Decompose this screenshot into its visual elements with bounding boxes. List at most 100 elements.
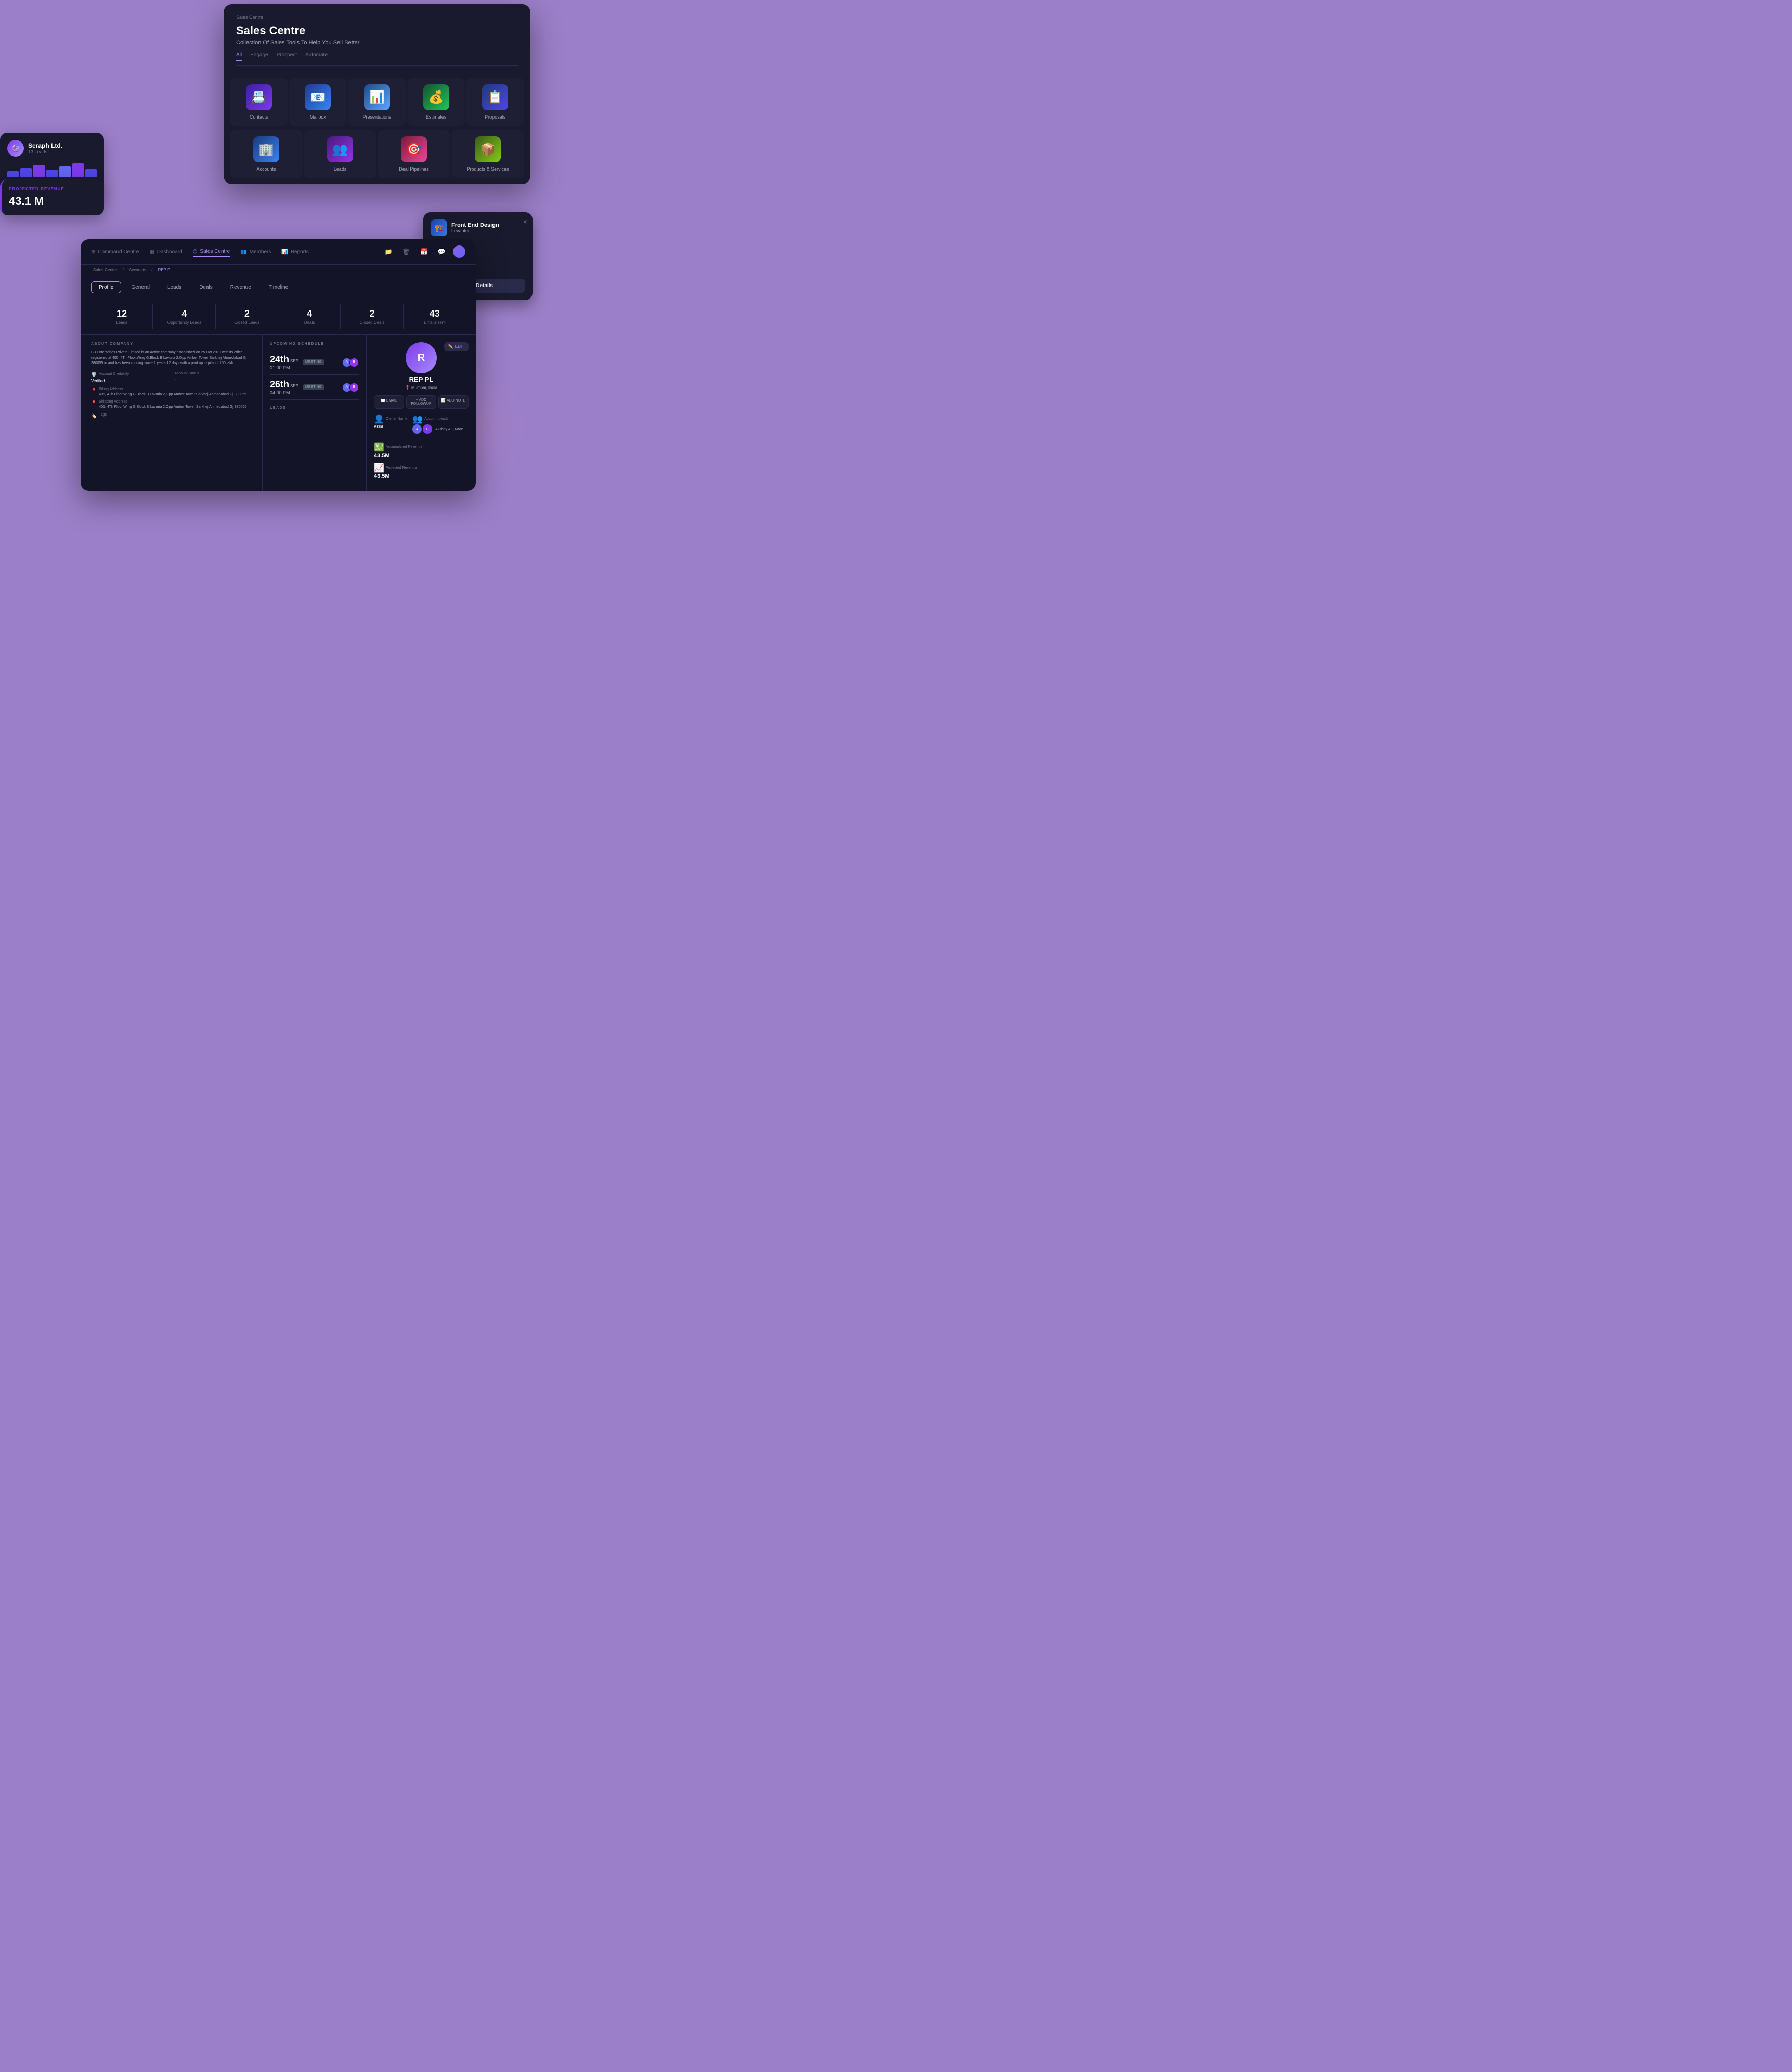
nav-members[interactable]: 👥 Members xyxy=(240,247,271,257)
nav-command-centre-label: Command Centre xyxy=(98,249,139,255)
user-avatar[interactable] xyxy=(453,245,465,258)
billing-address-row: 📍 Billing Address 405, 4Th Floor,Wing G,… xyxy=(91,387,252,397)
breadcrumb-sales-centre[interactable]: Sales Centre xyxy=(93,268,117,273)
nav-dashboard[interactable]: ▦ Dashboard xyxy=(149,247,182,257)
sc-item-accounts[interactable]: 🏢 Accounts xyxy=(230,130,303,178)
nav-icons: 📁 🗑 📅 💬 xyxy=(382,245,465,258)
projected-revenue-icon: 📈 xyxy=(374,463,384,473)
stat-closed-leads-label: Closed Leads xyxy=(218,320,276,325)
nav-sales-centre[interactable]: ◎ Sales Centre xyxy=(193,247,230,257)
schedule-time-26: 04:00 PM xyxy=(270,390,298,395)
schedule-badge-26: MEETING xyxy=(303,384,324,390)
about-company-label: ABOUT COMPANY xyxy=(91,342,252,346)
tab-leads[interactable]: Leads xyxy=(160,281,189,293)
schedule-avatar-anjali: B xyxy=(349,358,359,367)
sc-item-contacts-label: Contacts xyxy=(250,114,268,120)
account-leads-avatars: A B Akshay & 3 More xyxy=(412,424,463,434)
schedule-suffix-24: SEP xyxy=(290,359,298,364)
sc-item-products-services[interactable]: 📦 Products & Services xyxy=(451,130,524,178)
accumulated-revenue-label: Accumulated Revenue xyxy=(386,445,422,449)
main-nav: ⊞ Command Centre ▦ Dashboard ◎ Sales Cen… xyxy=(81,239,476,265)
leads-more-text: Akshay & 3 More xyxy=(435,428,463,431)
seraph-leads: 13 Leads xyxy=(28,149,62,154)
sc-tab-prospect[interactable]: Prospect xyxy=(277,52,297,61)
tags-icon: 🏷️ xyxy=(91,413,97,419)
shipping-address-row: 📍 Shipping Address 405, 4Th Floor,Wing G… xyxy=(91,400,252,410)
trash-icon[interactable]: 🗑 xyxy=(400,245,412,258)
lead-avatar-2: B xyxy=(423,424,432,434)
fed-company: Levanter xyxy=(451,228,499,234)
shipping-label: Shipping Address xyxy=(99,400,246,404)
breadcrumb-accounts[interactable]: Accounts xyxy=(129,268,146,273)
stat-deals-label: Deals xyxy=(281,320,338,325)
nav-sales-centre-label: Sales Centre xyxy=(200,249,230,254)
folder-icon[interactable]: 📁 xyxy=(382,245,395,258)
followup-button[interactable]: + ADD FOLLOWUP xyxy=(406,395,436,409)
nav-command-centre[interactable]: ⊞ Command Centre xyxy=(91,247,139,257)
followup-icon: + xyxy=(416,398,418,402)
presentations-icon: 📊 xyxy=(364,84,390,110)
sc-item-contacts[interactable]: 📇 Contacts xyxy=(230,78,288,126)
dashboard-icon: ▦ xyxy=(149,249,154,255)
note-icon: 📝 xyxy=(441,399,446,403)
tags-label: Tags xyxy=(99,413,107,417)
account-credibility-col: 🛡️ Account Credibility Verified xyxy=(91,372,168,383)
nav-members-label: Members xyxy=(250,249,271,255)
chart-bar-6 xyxy=(72,163,84,177)
tab-profile[interactable]: Profile xyxy=(91,281,121,293)
estimates-icon: 💰 xyxy=(423,84,449,110)
stat-leads-num: 12 xyxy=(93,308,150,319)
fed-close-icon[interactable]: × xyxy=(523,217,527,226)
tab-revenue[interactable]: Revenue xyxy=(223,281,259,293)
sc-item-leads-label: Leads xyxy=(334,166,347,172)
stat-opp-label: Opportunity Leads xyxy=(155,320,213,325)
edit-icon: ✏️ xyxy=(448,344,453,349)
main-dashboard-card: ⊞ Command Centre ▦ Dashboard ◎ Sales Cen… xyxy=(81,239,476,491)
sc-item-presentations-label: Presentations xyxy=(362,114,391,120)
chart-bar-5 xyxy=(59,166,71,177)
sc-title: Sales Centre xyxy=(236,24,518,37)
sc-subtitle: Collection Of Sales Tools To Help You Se… xyxy=(236,40,518,46)
stats-row: 12 Leads 4 Opportunity Leads 2 Closed Le… xyxy=(81,299,476,335)
email-button[interactable]: ✉️ EMAIL xyxy=(374,395,404,409)
sc-item-deal-pipelines[interactable]: 🎯 Deal Pipelines xyxy=(378,130,450,178)
tab-deals[interactable]: Deals xyxy=(191,281,220,293)
sc-tab-automate[interactable]: Automate xyxy=(305,52,328,61)
tab-timeline[interactable]: Timeline xyxy=(261,281,296,293)
status-label: Account Status xyxy=(175,372,252,375)
sc-item-proposals[interactable]: 📋 Proposals xyxy=(466,78,524,126)
sc-item-presentations[interactable]: 📊 Presentations xyxy=(348,78,406,126)
sc-item-mailbox[interactable]: 📧 Mailbox xyxy=(289,78,347,126)
action-buttons: ✉️ EMAIL + ADD FOLLOWUP 📝 ADD NOTE xyxy=(374,395,469,409)
projected-revenue-card: PROJECTED REVENUE 43.1 M xyxy=(0,179,104,215)
note-button[interactable]: 📝 ADD NOTE xyxy=(438,395,469,409)
projected-revenue-field: 📈 Projected Revenue 43.5M xyxy=(374,463,469,480)
account-info-row: 🛡️ Account Credibility Verified Account … xyxy=(91,372,252,383)
profile-tabs: Profile General Leads Deals Revenue Time… xyxy=(81,276,476,299)
sc-item-estimates[interactable]: 💰 Estimates xyxy=(407,78,465,126)
status-value: - xyxy=(175,377,252,381)
seraph-avatar: 🔮 xyxy=(7,140,24,157)
schedule-avatars-24: A B xyxy=(344,358,359,367)
sc-item-proposals-label: Proposals xyxy=(485,114,505,120)
shipping-address-text: 405, 4Th Floor,Wing G,Block B Lavuria 2,… xyxy=(99,405,246,410)
stat-closed-leads: 2 Closed Leads xyxy=(216,304,278,329)
schedule-badge-24: MEETING xyxy=(303,359,324,365)
accumulated-revenue-field: 💹 Accumulated Revenue 43.5M xyxy=(374,442,469,459)
fed-title: Front End Design xyxy=(451,222,499,228)
sc-tab-engage[interactable]: Engage xyxy=(250,52,268,61)
sc-item-deal-pipelines-label: Deal Pipelines xyxy=(399,166,429,172)
nav-reports[interactable]: 📊 Reports xyxy=(281,247,308,257)
sc-tab-all[interactable]: All xyxy=(236,52,242,61)
edit-button[interactable]: ✏️ EDIT xyxy=(444,342,469,351)
accounts-icon: 🏢 xyxy=(253,136,279,162)
owner-icon: 👤 xyxy=(374,414,384,424)
sc-item-leads[interactable]: 👥 Leads xyxy=(304,130,376,178)
chat-icon[interactable]: 💬 xyxy=(435,245,448,258)
calendar-icon[interactable]: 📅 xyxy=(418,245,430,258)
account-status-col: Account Status - xyxy=(175,372,252,383)
tab-general[interactable]: General xyxy=(123,281,158,293)
profile-location: 📍 Mumbai, India xyxy=(405,385,437,390)
stat-emails: 43 Emails sent xyxy=(404,304,465,329)
mailbox-icon: 📧 xyxy=(305,84,331,110)
